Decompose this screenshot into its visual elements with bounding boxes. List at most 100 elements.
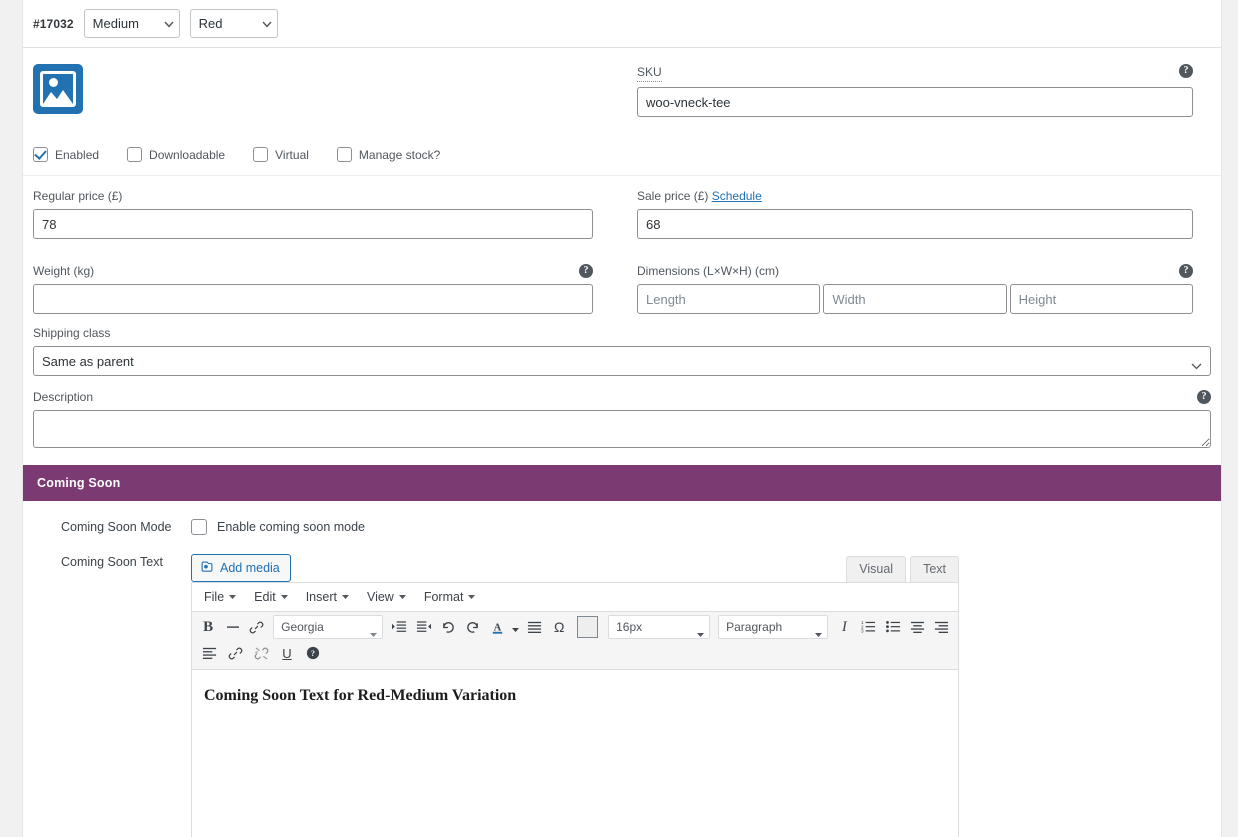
thumbnail-column	[33, 64, 637, 117]
variation-header: #17032 Medium Red	[23, 0, 1221, 48]
dimensions-label: Dimensions (L×W×H) (cm)	[637, 264, 780, 278]
sku-label: SKU	[637, 65, 662, 82]
undo-icon[interactable]	[436, 615, 460, 639]
shipping-class-label: Shipping class	[33, 326, 111, 340]
checkbox-manage-stock-box[interactable]	[336, 147, 352, 162]
sku-help-icon[interactable]: ?	[1179, 64, 1193, 78]
menu-edit[interactable]: Edit	[246, 587, 296, 607]
chevron-down-icon	[398, 595, 406, 599]
wp-editor: Add media Visual Text File Edit Insert V…	[191, 554, 959, 837]
checkbox-enable-coming-soon-box[interactable]	[191, 519, 207, 535]
description-help-icon[interactable]: ?	[1197, 390, 1211, 404]
underline-icon[interactable]: U	[274, 641, 300, 665]
font-family-select[interactable]: Georgia	[273, 615, 384, 639]
decrease-indent-icon[interactable]	[412, 615, 436, 639]
menu-file[interactable]: File	[196, 587, 244, 607]
description-label: Description	[33, 390, 94, 404]
editor-toolbar-row-2: U ?	[196, 641, 954, 665]
increase-indent-icon[interactable]	[387, 615, 411, 639]
horizontal-rule-icon[interactable]	[220, 615, 244, 639]
image-icon-mountain	[43, 87, 73, 104]
paragraph-format-select[interactable]: Paragraph	[718, 615, 829, 639]
image-icon-sun	[49, 78, 58, 87]
checkbox-manage-stock-label: Manage stock?	[358, 147, 441, 162]
checkbox-virtual[interactable]: Virtual	[253, 147, 309, 162]
size-select-wrap: Medium	[83, 9, 180, 38]
help-icon[interactable]: ?	[300, 641, 326, 665]
checkbox-manage-stock[interactable]: Manage stock?	[336, 147, 441, 162]
chevron-down-icon	[229, 595, 237, 599]
svg-text:3: 3	[861, 629, 864, 634]
width-input[interactable]	[823, 284, 1007, 314]
sale-price-input[interactable]	[637, 209, 1193, 239]
shipping-class-field: Shipping class Same as parent	[23, 326, 1221, 376]
checkbox-downloadable-box[interactable]	[127, 147, 143, 162]
redo-icon[interactable]	[460, 615, 484, 639]
variation-id: #17032	[33, 16, 74, 31]
menu-insert[interactable]: Insert	[298, 587, 357, 607]
checkbox-downloadable[interactable]: Downloadable	[127, 147, 225, 162]
sku-input[interactable]	[637, 87, 1193, 117]
description-textarea[interactable]	[33, 410, 1211, 448]
align-left-icon[interactable]	[196, 641, 222, 665]
checkbox-enabled-box[interactable]	[33, 147, 48, 162]
regular-price-field: Regular price (£)	[33, 189, 637, 251]
align-justify-icon[interactable]	[523, 615, 547, 639]
numbered-list-icon[interactable]: 123	[857, 615, 881, 639]
insert-link-icon[interactable]	[222, 641, 248, 665]
checkbox-virtual-box[interactable]	[253, 147, 269, 162]
align-center-icon[interactable]	[905, 615, 929, 639]
dimensions-help-icon[interactable]: ?	[1179, 264, 1193, 278]
height-input[interactable]	[1009, 284, 1193, 314]
link-icon[interactable]	[245, 615, 269, 639]
variation-image-placeholder-icon[interactable]	[33, 64, 83, 114]
editor-frame: File Edit Insert View Format B Georgia A…	[191, 582, 959, 837]
text-color-split-button[interactable]: A	[485, 615, 523, 639]
tab-visual[interactable]: Visual	[846, 556, 907, 582]
color-select[interactable]: Red	[189, 9, 278, 38]
editor-content-paragraph: Coming Soon Text for Red-Medium Variatio…	[204, 687, 517, 704]
shipping-class-select[interactable]: Same as parent	[33, 346, 1211, 376]
regular-price-input[interactable]	[33, 209, 593, 239]
coming-soon-postbox: Coming Soon Coming Soon Mode Enable comi…	[23, 465, 1221, 837]
svg-text:A: A	[494, 622, 502, 633]
editor-content-area[interactable]: Coming Soon Text for Red-Medium Variatio…	[192, 670, 958, 837]
unlink-icon[interactable]	[248, 641, 274, 665]
menu-file-label: File	[204, 590, 225, 604]
bullet-list-icon[interactable]	[881, 615, 905, 639]
coming-soon-body: Coming Soon Mode Enable coming soon mode…	[23, 501, 1221, 837]
add-media-button[interactable]: Add media	[191, 554, 291, 582]
add-media-icon	[200, 560, 214, 577]
coming-soon-text-row: Coming Soon Text Add media Visual Text F…	[23, 554, 1221, 837]
length-input[interactable]	[637, 284, 821, 314]
font-size-select-wrap: 16px	[604, 615, 714, 639]
sku-column: ? SKU	[637, 64, 1193, 117]
size-select[interactable]: Medium	[83, 9, 180, 38]
menu-format[interactable]: Format	[416, 587, 484, 607]
italic-icon[interactable]: I	[832, 615, 856, 639]
text-color-icon[interactable]: A	[485, 615, 511, 639]
tab-text[interactable]: Text	[910, 556, 959, 582]
font-size-select[interactable]: 16px	[608, 615, 711, 639]
special-character-icon[interactable]: Ω	[547, 615, 571, 639]
checkbox-enabled[interactable]: Enabled	[33, 147, 99, 162]
align-right-icon[interactable]	[930, 615, 954, 639]
variation-editor-page: #17032 Medium Red ? SKU woo-vneck-tee En…	[0, 0, 1238, 837]
menu-insert-label: Insert	[305, 590, 337, 604]
background-color-swatch[interactable]	[577, 616, 599, 638]
sale-price-label: Sale price (£) Schedule	[637, 189, 1193, 204]
bold-icon[interactable]: B	[196, 615, 220, 639]
weight-input[interactable]	[33, 284, 593, 314]
weight-help-icon[interactable]: ?	[579, 264, 593, 278]
checkbox-enable-coming-soon[interactable]: Enable coming soon mode	[191, 519, 365, 535]
chevron-down-icon[interactable]	[511, 620, 519, 635]
coming-soon-mode-control: Enable coming soon mode	[191, 519, 1221, 538]
svg-text:?: ?	[311, 649, 315, 658]
menu-view[interactable]: View	[359, 587, 414, 607]
coming-soon-text-label: Coming Soon Text	[61, 555, 163, 569]
font-family-select-wrap: Georgia	[269, 615, 387, 639]
chevron-down-icon	[468, 595, 476, 599]
coming-soon-mode-row: Coming Soon Mode Enable coming soon mode	[23, 519, 1221, 554]
schedule-sale-link[interactable]: Schedule	[712, 189, 762, 203]
shipping-class-select-wrap: Same as parent	[33, 346, 1211, 376]
